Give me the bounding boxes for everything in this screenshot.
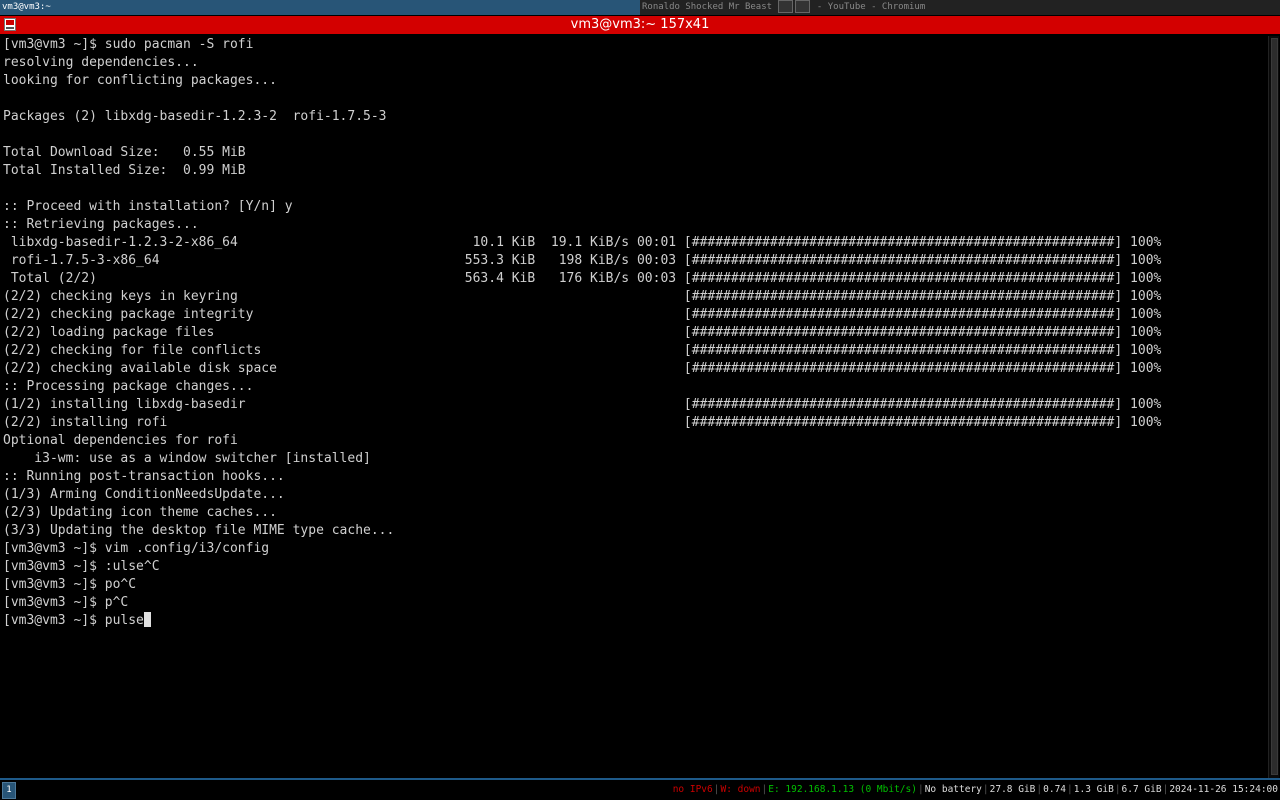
tab-icon [778,0,794,13]
tab-browser-app: - YouTube - Chromium [816,2,926,12]
window-title-bar[interactable]: vm3@vm3:~ 157x41 [0,16,1280,34]
status-separator: | [982,784,989,795]
status-item: 6.7 GiB [1121,784,1162,795]
status-separator: | [713,784,720,795]
terminal-line: :: Proceed with installation? [Y/n] y [3,199,293,214]
terminal-line: (2/2) checking available disk space [###… [3,361,1162,376]
terminal-line: :: Retrieving packages... [3,217,199,232]
command-input[interactable]: pulse [105,613,144,628]
status-separator: | [1114,784,1121,795]
status-item: 1.3 GiB [1073,784,1114,795]
terminal-line: (2/2) checking package integrity [######… [3,307,1162,322]
terminal-line: (1/2) installing libxdg-basedir [#######… [3,397,1162,412]
terminal-line: libxdg-basedir-1.2.3-2-x86_64 10.1 KiB 1… [3,235,1162,250]
window-title: vm3@vm3:~ 157x41 [570,17,710,32]
terminal-line: [vm3@vm3 ~]$ vim .config/i3/config [3,541,270,556]
tab-terminal[interactable]: vm3@vm3:~ [0,0,641,15]
status-items: no IPv6|W: down|E: 192.168.1.13 (0 Mbit/… [673,780,1278,800]
terminal-line: (3/3) Updating the desktop file MIME typ… [3,523,395,538]
terminal-line: Optional dependencies for rofi [3,433,238,448]
terminal-app-icon [4,18,16,31]
terminal-line: :: Processing package changes... [3,379,254,394]
status-separator: | [1162,784,1169,795]
terminal-line: [vm3@vm3 ~]$ po^C [3,577,137,592]
status-separator: | [917,784,924,795]
status-item: No battery [924,784,982,795]
status-item: no IPv6 [672,784,713,795]
terminal-line: (1/3) Arming ConditionNeedsUpdate... [3,487,285,502]
tab-browser[interactable]: Ronaldo Shocked Mr Beast - YouTube - Chr… [640,0,1280,15]
terminal-line: [vm3@vm3 ~]$ :ulse^C [3,559,160,574]
text-cursor [143,612,151,627]
status-item: W: down [720,784,761,795]
terminal-line: :: Running post-transaction hooks... [3,469,285,484]
terminal-line: (2/2) checking for file conflicts [#####… [3,343,1162,358]
terminal-line: Total Download Size: 0.55 MiB [3,145,246,160]
workspace-button-1[interactable]: 1 [2,782,16,799]
terminal-line: Packages (2) libxdg-basedir-1.2.3-2 rofi… [3,109,387,124]
terminal-line: (2/2) loading package files [###########… [3,325,1162,340]
tab-terminal-label: vm3@vm3:~ [2,2,51,12]
status-separator: | [1067,784,1073,795]
terminal-line: resolving dependencies... [3,55,199,70]
status-separator: | [1036,784,1043,795]
status-item: 27.8 GiB [989,784,1036,795]
status-separator: | [761,784,768,795]
status-item: 0.74 [1043,784,1067,795]
status-bar: 1 no IPv6|W: down|E: 192.168.1.13 (0 Mbi… [0,780,1280,800]
terminal-output[interactable]: [vm3@vm3 ~]$ sudo pacman -S rofi resolvin… [3,36,1263,776]
status-item: E: 192.168.1.13 (0 Mbit/s) [768,784,917,795]
terminal-line: Total (2/2) 563.4 KiB 176 KiB/s 00:03 [#… [3,271,1162,286]
terminal-line: rofi-1.7.5-3-x86_64 553.3 KiB 198 KiB/s … [3,253,1162,268]
shell-prompt: [vm3@vm3 ~]$ [3,613,105,628]
tab-icon [795,0,811,13]
terminal-line: (2/2) checking keys in keyring [########… [3,289,1162,304]
terminal-line: i3-wm: use as a window switcher [install… [3,451,371,466]
tab-bar: vm3@vm3:~ Ronaldo Shocked Mr Beast - You… [0,0,1280,15]
terminal-line: Total Installed Size: 0.99 MiB [3,163,246,178]
tab-browser-title: Ronaldo Shocked Mr Beast [642,2,773,12]
terminal-scrollbar[interactable] [1268,36,1279,778]
scrollbar-thumb[interactable] [1271,38,1278,775]
status-item: 2024-11-26 15:24:00 [1169,784,1278,795]
terminal-prompt-line[interactable]: [vm3@vm3 ~]$ pulse [3,612,1263,630]
terminal-line: looking for conflicting packages... [3,73,277,88]
terminal-line: (2/2) installing rofi [#################… [3,415,1162,430]
terminal-line: [vm3@vm3 ~]$ sudo pacman -S rofi [3,37,254,52]
terminal-line: (2/3) Updating icon theme caches... [3,505,277,520]
terminal-line: [vm3@vm3 ~]$ p^C [3,595,129,610]
